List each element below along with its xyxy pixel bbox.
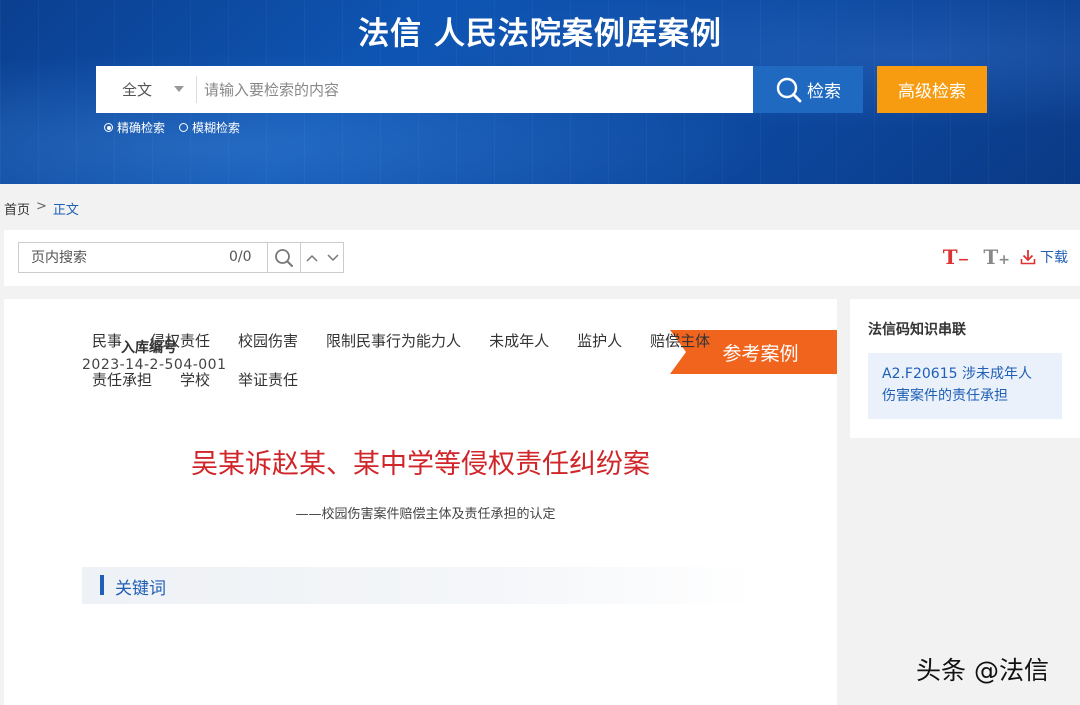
sidebar-title: 法信码知识串联: [868, 322, 966, 338]
mode-option-exact[interactable]: 精确检索: [104, 119, 165, 136]
keyword-item[interactable]: 限制民事行为能力人: [326, 330, 461, 369]
font-decrease-sign: −: [957, 252, 970, 268]
knowledge-link[interactable]: A2.F20615 涉未成年人 伤害案件的责任承担: [868, 353, 1062, 419]
site-title: 法信 人民法院案例库案例: [358, 16, 722, 52]
search-box: 全文: [96, 66, 753, 113]
next-match-button[interactable]: [322, 243, 344, 272]
knowledge-sidebar: 法信码知识串联 A2.F20615 涉未成年人 伤害案件的责任承担: [850, 299, 1080, 438]
font-increase-sign: +: [998, 252, 1010, 268]
search-icon: [776, 77, 802, 102]
search-icon: [275, 248, 293, 267]
chevron-down-icon: [174, 86, 184, 92]
advanced-search-label: 高级检索: [898, 82, 966, 102]
keyword-item[interactable]: 监护人: [577, 330, 622, 369]
mode-option-label: 精确检索: [117, 121, 166, 135]
keyword-item[interactable]: 举证责任: [238, 369, 298, 408]
section-marker: [100, 575, 104, 595]
in-page-search-input[interactable]: [19, 243, 229, 272]
keywords-list: 民事 侵权责任 校园伤害 限制民事行为能力人 未成年人 监护人 赔偿主体 责任承…: [92, 330, 792, 408]
search-button-label: 检索: [807, 82, 841, 102]
font-increase-glyph: T: [983, 245, 999, 269]
document-toolbar: 0/0 T− T+ 下载: [4, 230, 1080, 286]
keyword-item[interactable]: 民事: [92, 330, 122, 369]
keyword-item[interactable]: 未成年人: [489, 330, 549, 369]
find-result-count: 0/0: [229, 249, 252, 265]
font-increase-button[interactable]: T+: [983, 245, 1010, 269]
search-button[interactable]: 检索: [753, 66, 863, 113]
breadcrumb-current: 正文: [52, 203, 79, 218]
search-input[interactable]: [204, 72, 744, 107]
keyword-item[interactable]: 责任承担: [92, 369, 152, 408]
font-decrease-button[interactable]: T−: [943, 245, 970, 269]
chevron-up-icon: [306, 254, 318, 262]
search-mode-options: 精确检索 模糊检索: [104, 119, 254, 136]
knowledge-link-line: A2.F20615 涉未成年人: [882, 366, 1032, 382]
keywords-title: 关键词: [115, 579, 166, 599]
advanced-search-button[interactable]: 高级检索: [877, 66, 987, 113]
breadcrumb-home[interactable]: 首页: [4, 199, 30, 218]
font-decrease-glyph: T: [942, 245, 958, 269]
keyword-item[interactable]: 校园伤害: [238, 330, 298, 369]
knowledge-link-line: 伤害案件的责任承担: [882, 388, 1008, 404]
in-page-search: 0/0: [18, 242, 344, 273]
radio-unselected-icon: [179, 123, 189, 132]
breadcrumb-separator: >: [36, 199, 47, 214]
in-page-search-button[interactable]: [268, 243, 300, 272]
case-title: 吴某诉赵某、某中学等侵权责任纠纷案: [191, 449, 650, 480]
keyword-item[interactable]: 侵权责任: [150, 330, 210, 369]
previous-match-button[interactable]: [301, 243, 323, 272]
mode-option-fuzzy[interactable]: 模糊检索: [179, 119, 240, 136]
search-scope-value: 全文: [122, 81, 153, 99]
search-divider: [196, 76, 197, 103]
keyword-item[interactable]: 赔偿主体: [650, 330, 710, 369]
mode-option-label: 模糊检索: [192, 121, 241, 135]
radio-selected-icon: [104, 123, 113, 132]
keyword-item[interactable]: 学校: [180, 369, 210, 408]
case-subtitle: ——校园伤害案件赔偿主体及责任承担的认定: [295, 507, 556, 522]
breadcrumb: 首页 > 正文: [4, 199, 79, 218]
toolbar-actions: T− T+ 下载: [943, 245, 1068, 269]
site-header: 法信 人民法院案例库案例 全文 检索 高级检索 精确检索 模糊检索: [0, 0, 1080, 184]
search-scope-select[interactable]: 全文: [96, 66, 196, 113]
watermark: 头条 @法信: [916, 656, 1049, 685]
chevron-down-icon: [327, 253, 339, 261]
download-label: 下载: [1040, 250, 1068, 266]
keywords-section-header: 关键词: [82, 567, 758, 604]
download-icon: [1020, 250, 1036, 265]
download-button[interactable]: 下载: [1020, 247, 1068, 267]
